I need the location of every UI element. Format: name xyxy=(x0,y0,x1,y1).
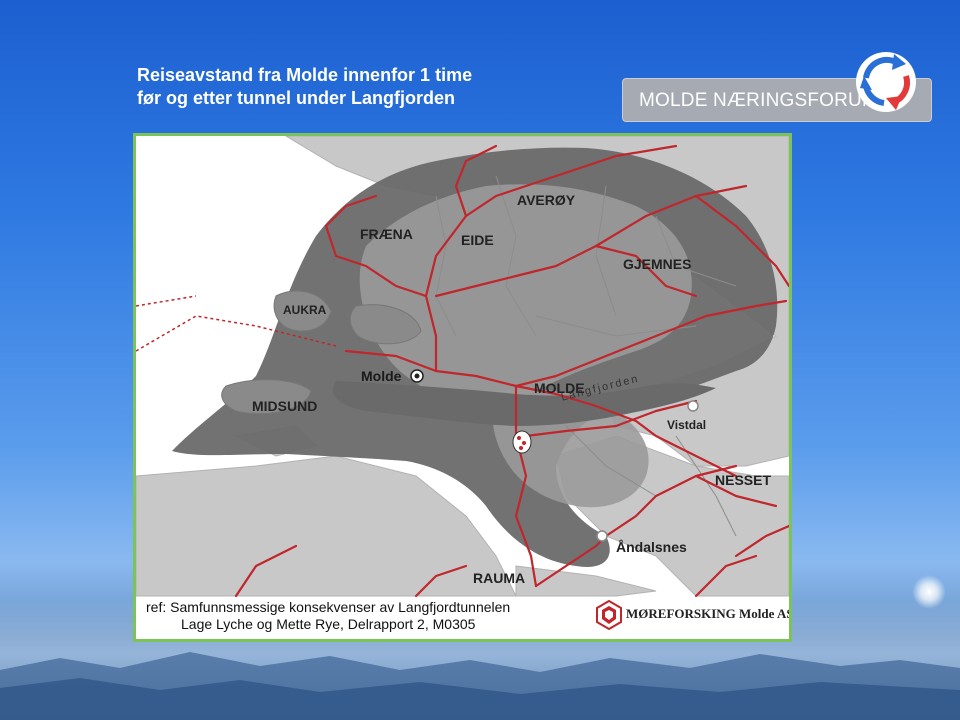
title-line-1: Reiseavstand fra Molde innenfor 1 time xyxy=(137,65,473,85)
moreforsking-logo: MØREFORSKING Molde AS xyxy=(596,598,789,632)
region-map xyxy=(136,136,789,639)
label-nesset: NESSET xyxy=(715,472,772,488)
label-rauma: RAUMA xyxy=(473,570,526,586)
tunnel-location-marker xyxy=(512,430,532,454)
title-line-2: før og etter tunnel under Langfjorden xyxy=(137,88,455,108)
reference-note: ref: Samfunnsmessige konsekvenser av Lan… xyxy=(146,599,510,633)
label-andalsnes: Åndalsnes xyxy=(616,539,687,555)
logo-text: MOLDE NÆRINGSFORUM xyxy=(639,90,878,111)
vistdal-marker xyxy=(687,400,699,412)
molde-town-marker xyxy=(410,369,424,383)
label-eide: EIDE xyxy=(461,232,494,248)
andalsnes-marker xyxy=(596,530,608,542)
label-fraena: FRÆNA xyxy=(360,226,413,242)
label-vistdal: Vistdal xyxy=(667,418,707,432)
mountain-silhouette xyxy=(0,652,960,720)
recycle-arrows-icon xyxy=(856,52,916,112)
sun-glow xyxy=(912,575,946,609)
reference-line-2: Lage Lyche og Mette Rye, Delrapport 2, M… xyxy=(181,616,476,632)
label-molde-town: Molde xyxy=(361,368,402,384)
label-midsund: MIDSUND xyxy=(252,398,318,414)
label-averoy: AVERØY xyxy=(517,192,576,208)
publisher-name: MØREFORSKING Molde AS xyxy=(626,606,792,621)
label-gjemnes: GJEMNES xyxy=(623,256,692,272)
reference-line-1: ref: Samfunnsmessige konsekvenser av Lan… xyxy=(146,599,511,615)
moreforsking-emblem-icon xyxy=(596,600,622,630)
label-aukra: AUKRA xyxy=(283,303,327,317)
map-panel: AVERØY FRÆNA EIDE GJEMNES AUKRA Molde MO… xyxy=(133,133,792,642)
slide-title: Reiseavstand fra Molde innenfor 1 time f… xyxy=(137,64,472,110)
